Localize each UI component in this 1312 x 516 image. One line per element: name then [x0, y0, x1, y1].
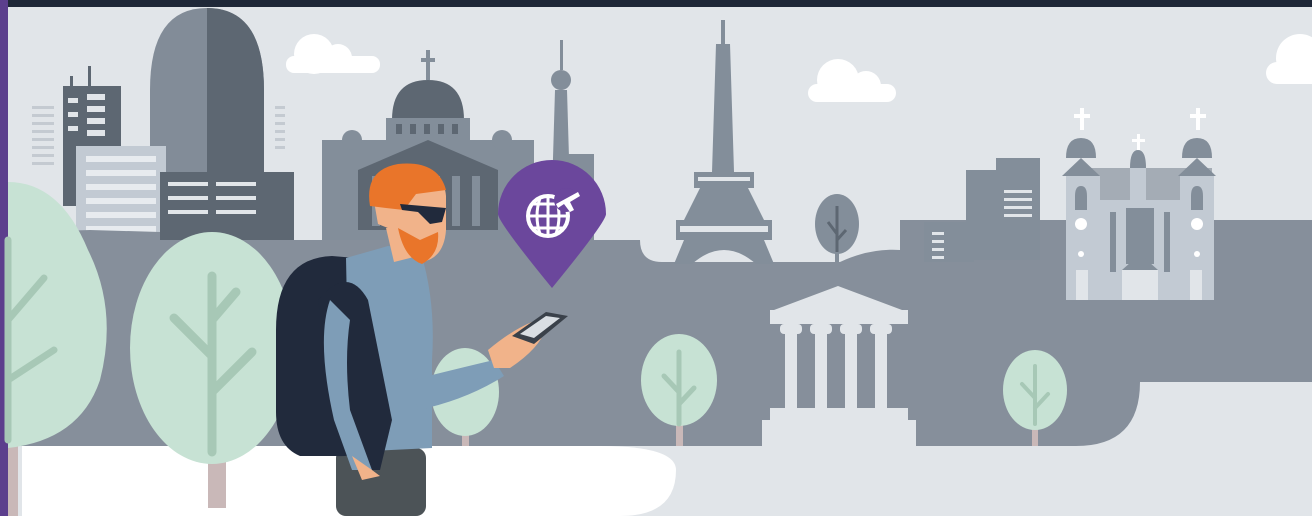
hero-illustration	[0, 0, 1312, 516]
city-travel-scene	[0, 0, 1312, 516]
top-bar	[0, 0, 1312, 7]
